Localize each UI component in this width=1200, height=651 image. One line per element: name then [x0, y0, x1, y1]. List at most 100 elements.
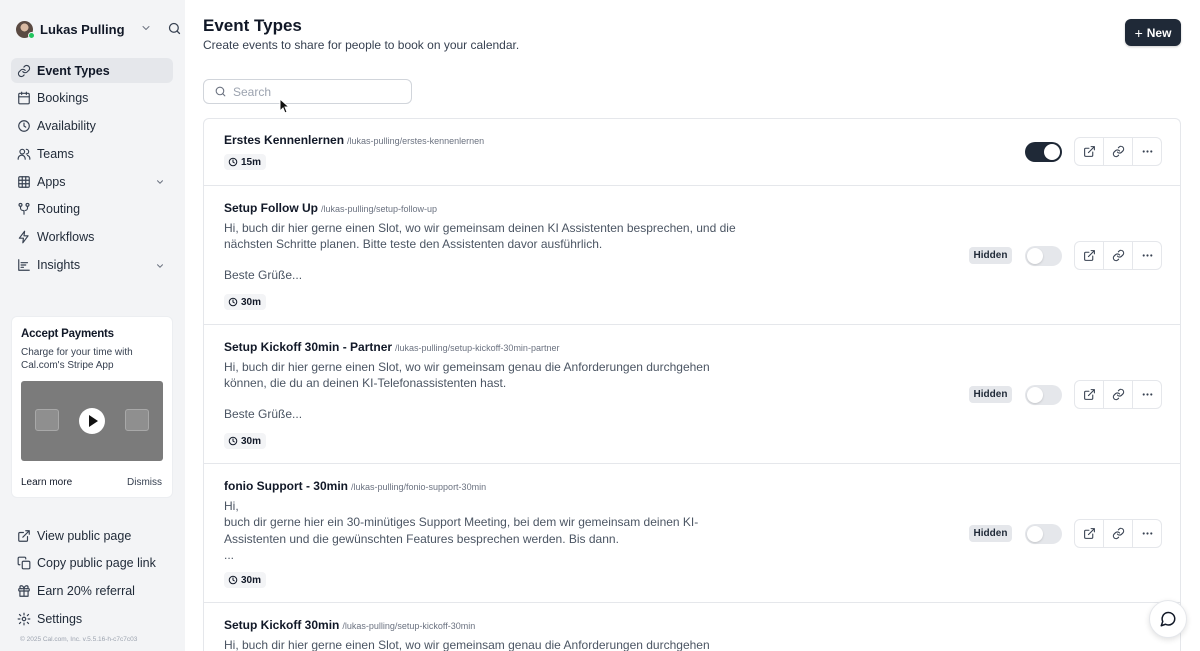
event-actions — [1074, 380, 1162, 409]
list-item[interactable]: Setup Kickoff 30min/lukas-pulling/setup-… — [204, 603, 1180, 651]
more-options-button[interactable] — [1133, 381, 1161, 408]
link-icon — [1112, 388, 1124, 401]
event-title[interactable]: Erstes Kennenlernen/lukas-pulling/erstes… — [224, 133, 484, 147]
sidebar-item-bookings[interactable]: Bookings — [11, 86, 173, 111]
more-horizontal-icon — [1142, 150, 1152, 153]
sidebar-item-apps[interactable]: Apps — [11, 169, 173, 194]
page-subtitle: Create events to share for people to boo… — [203, 38, 520, 52]
chat-button[interactable] — [1149, 600, 1187, 638]
search-input[interactable] — [233, 84, 403, 99]
more-horizontal-icon — [1142, 254, 1152, 257]
sidebar-item-label: Earn 20% referral — [37, 584, 135, 599]
new-event-type-button[interactable]: + New — [1125, 19, 1181, 46]
sidebar-item-label: Event Types — [37, 63, 110, 78]
sidebar-item-label: Workflows — [37, 230, 95, 245]
event-description-extra: Beste Grüße... — [224, 268, 303, 282]
more-horizontal-icon — [1142, 532, 1152, 535]
gift-icon — [18, 585, 30, 597]
event-enabled-toggle[interactable] — [1025, 385, 1062, 405]
copy-link-button[interactable] — [1104, 520, 1133, 547]
more-options-button[interactable] — [1133, 242, 1161, 269]
sidebar-item-insights[interactable]: Insights — [11, 253, 173, 278]
sidebar-item-label: Teams — [37, 146, 74, 161]
search-icon — [215, 86, 226, 97]
copy-link-button[interactable] — [1104, 138, 1133, 165]
preview-button[interactable] — [1075, 242, 1104, 269]
event-enabled-toggle[interactable] — [1025, 142, 1062, 162]
list-item[interactable]: Setup Kickoff 30min - Partner/lukas-pull… — [204, 325, 1180, 464]
promo-video-thumbnail[interactable] — [21, 381, 163, 461]
copy-public-page-link[interactable]: Copy public page link — [11, 551, 173, 576]
hidden-badge: Hidden — [969, 386, 1012, 403]
calendar-icon — [18, 91, 30, 105]
event-title[interactable]: Setup Follow Up/lukas-pulling/setup-foll… — [224, 201, 437, 215]
earn-referral-link[interactable]: Earn 20% referral — [11, 579, 173, 604]
external-link-icon — [1083, 389, 1095, 400]
settings-icon — [17, 612, 31, 626]
mouse-cursor-icon — [279, 98, 289, 114]
link-icon — [17, 64, 31, 77]
event-actions — [1074, 519, 1162, 548]
grid-icon — [18, 175, 30, 188]
preview-button[interactable] — [1075, 381, 1104, 408]
sidebar: Lukas Pulling Event Types Bookings Avail… — [0, 0, 185, 651]
dismiss-button[interactable]: Dismiss — [127, 477, 162, 488]
list-item[interactable]: Setup Follow Up/lukas-pulling/setup-foll… — [204, 186, 1180, 325]
git-merge-icon — [18, 203, 30, 216]
payments-promo-card: Accept Payments Charge for your time wit… — [11, 316, 173, 498]
chevron-down-icon[interactable] — [140, 22, 152, 34]
sidebar-item-label: Copy public page link — [37, 556, 156, 571]
more-options-button[interactable] — [1133, 520, 1161, 547]
preview-button[interactable] — [1075, 520, 1104, 547]
external-link-icon — [18, 529, 30, 542]
message-circle-icon — [1160, 611, 1176, 627]
duration-badge: 30m — [224, 294, 267, 310]
link-icon — [1112, 527, 1124, 540]
sidebar-item-teams[interactable]: Teams — [11, 141, 173, 166]
plus-icon: + — [1134, 24, 1143, 41]
event-slug: /lukas-pulling/setup-follow-up — [321, 204, 438, 214]
external-link-icon — [1083, 528, 1095, 539]
preview-button[interactable] — [1075, 138, 1104, 165]
link-icon — [1112, 145, 1124, 158]
sidebar-item-availability[interactable]: Availability — [11, 114, 173, 139]
promo-title: Accept Payments — [21, 328, 114, 340]
sidebar-item-routing[interactable]: Routing — [11, 197, 173, 222]
event-description-extra: Beste Grüße... — [224, 407, 303, 421]
search-field[interactable] — [203, 79, 412, 104]
user-menu[interactable]: Lukas Pulling — [16, 18, 181, 40]
video-box-left — [35, 409, 59, 431]
event-slug: /lukas-pulling/fonio-support-30min — [351, 482, 487, 492]
sidebar-item-event-types[interactable]: Event Types — [11, 58, 173, 83]
clock-icon — [228, 297, 238, 307]
duration-badge: 15m — [224, 154, 267, 170]
copy-link-button[interactable] — [1104, 242, 1133, 269]
play-icon[interactable] — [79, 408, 105, 434]
event-description: Hi, buch dir hier gerne einen Slot, wo w… — [224, 221, 736, 252]
avatar — [16, 20, 35, 39]
sidebar-item-workflows[interactable]: Workflows — [11, 225, 173, 250]
event-enabled-toggle[interactable] — [1025, 246, 1062, 266]
user-name: Lukas Pulling — [40, 21, 125, 37]
view-public-page-link[interactable]: View public page — [11, 523, 173, 548]
event-enabled-toggle[interactable] — [1025, 524, 1062, 544]
copy-link-button[interactable] — [1104, 381, 1133, 408]
chevron-down-icon[interactable] — [155, 177, 165, 187]
settings-link[interactable]: Settings — [11, 606, 173, 631]
sidebar-item-label: Apps — [37, 174, 66, 189]
users-icon — [17, 148, 31, 160]
hidden-badge: Hidden — [969, 247, 1012, 264]
more-options-button[interactable] — [1133, 138, 1161, 165]
list-item[interactable]: fonio Support - 30min/lukas-pulling/foni… — [204, 464, 1180, 603]
event-title[interactable]: Setup Kickoff 30min - Partner/lukas-pull… — [224, 340, 559, 354]
list-item[interactable]: Erstes Kennenlernen/lukas-pulling/erstes… — [204, 119, 1180, 186]
event-description: Hi, buch dir hier gerne einen Slot, wo w… — [224, 638, 710, 651]
zap-icon — [18, 230, 29, 244]
event-title[interactable]: fonio Support - 30min/lukas-pulling/foni… — [224, 479, 486, 493]
event-slug: /lukas-pulling/setup-kickoff-30min-partn… — [395, 343, 560, 353]
event-title[interactable]: Setup Kickoff 30min/lukas-pulling/setup-… — [224, 618, 475, 632]
event-description: Hi, buch dir gerne hier ein 30-minütiges… — [224, 499, 699, 562]
search-icon[interactable] — [167, 21, 182, 36]
learn-more-link[interactable]: Learn more — [21, 477, 72, 488]
chevron-down-icon[interactable] — [155, 261, 165, 271]
